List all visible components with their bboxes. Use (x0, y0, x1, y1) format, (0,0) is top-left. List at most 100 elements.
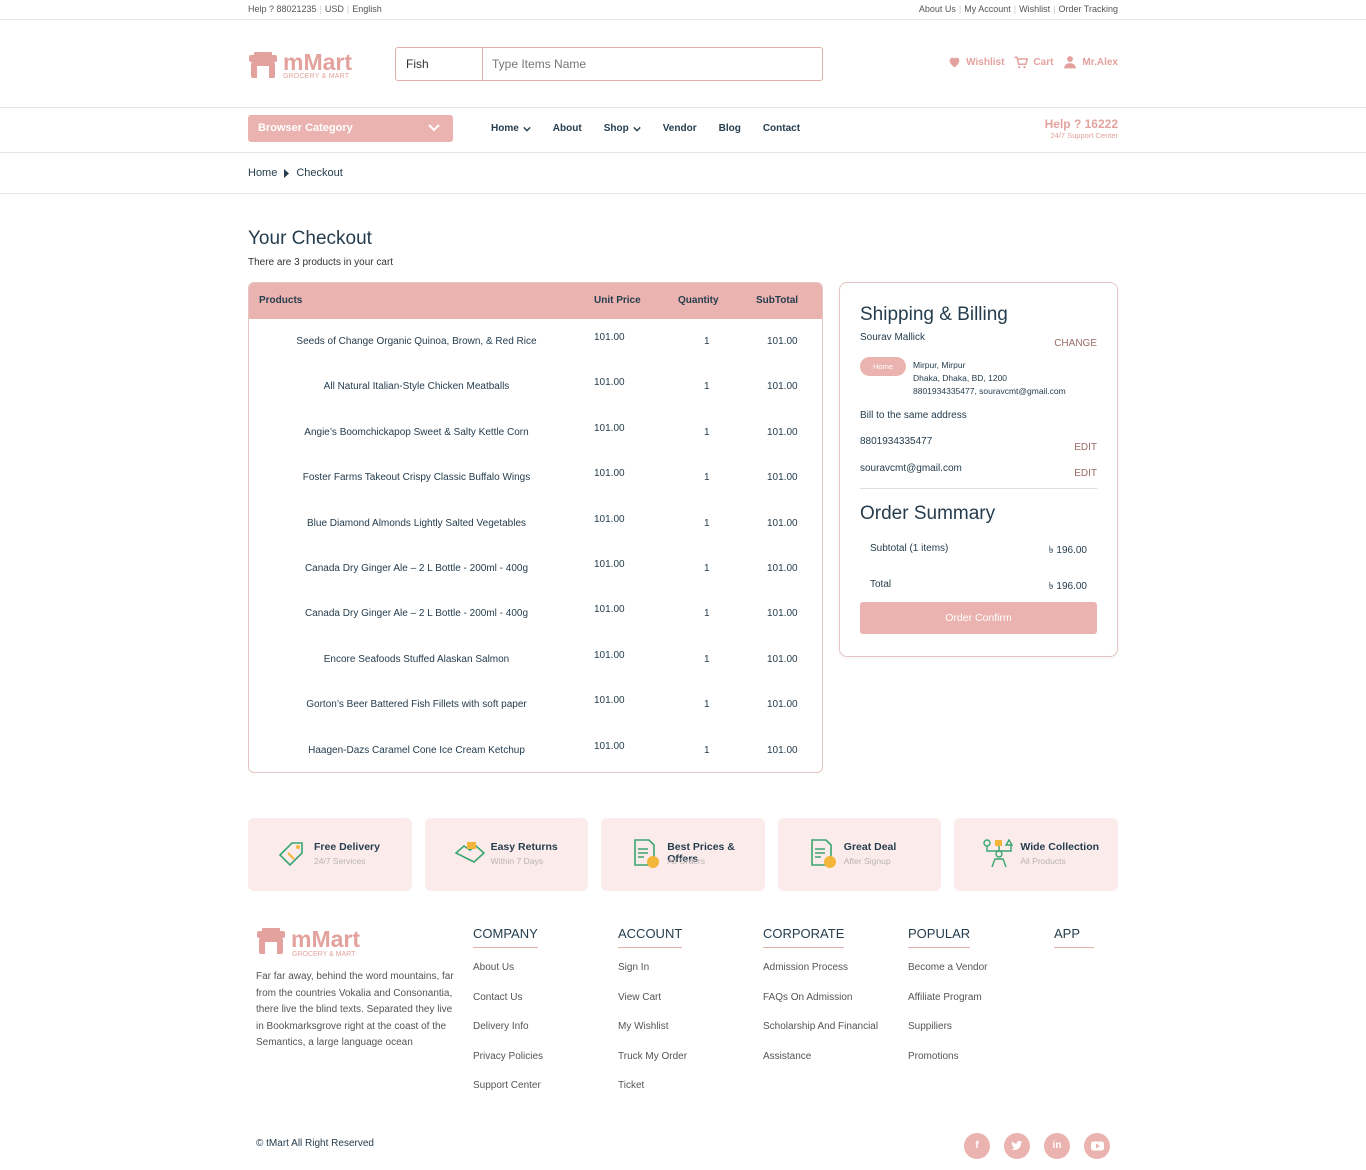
product-name[interactable]: Angie’s Boomchickapop Sweet & Salty Kett… (259, 427, 574, 438)
breadcrumb-home[interactable]: Home (248, 167, 277, 179)
edit-phone-button[interactable]: EDIT (1074, 442, 1097, 453)
footer-link[interactable]: Ticket (618, 1080, 687, 1110)
language-selector[interactable]: English (352, 4, 382, 14)
footer-link[interactable]: Contact Us (473, 992, 543, 1022)
address-tag-badge: Home (860, 357, 906, 376)
brand-name: mMart (291, 926, 361, 952)
product-name[interactable]: Blue Diamond Almonds Lightly Salted Vege… (259, 518, 574, 529)
quantity: 1 (704, 562, 710, 574)
page-title: Your Checkout (248, 228, 372, 249)
link-my-account[interactable]: My Account (964, 4, 1011, 14)
quantity: 1 (704, 381, 710, 393)
product-name[interactable]: Foster Farms Takeout Crispy Classic Buff… (259, 472, 574, 483)
cart-table-body: Seeds of Change Organic Quinoa, Brown, &… (249, 319, 822, 772)
footer-logo[interactable]: mMart GROCERY & MART (256, 926, 376, 959)
footer-link[interactable]: Scholarship And Financial (763, 1021, 878, 1051)
product-name[interactable]: Canada Dry Ginger Ale – 2 L Bottle - 200… (259, 563, 574, 574)
cart-button[interactable]: Cart (1014, 55, 1053, 69)
store-icon (249, 52, 277, 78)
link-order-tracking[interactable]: Order Tracking (1058, 4, 1118, 14)
total-value: ৳ 196.00 (1048, 581, 1087, 592)
network-people-icon (983, 838, 1014, 868)
nav-item-about[interactable]: About (553, 123, 582, 134)
link-wishlist[interactable]: Wishlist (1019, 4, 1050, 14)
logo[interactable]: mMart GROCERY & MART (248, 49, 368, 83)
unit-price: 101.00 (594, 740, 625, 752)
twitter-icon[interactable] (1004, 1133, 1030, 1159)
currency-selector[interactable]: USD (325, 4, 344, 14)
subtotal: 101.00 (767, 517, 798, 529)
address-line-1: Mirpur, Mirpur (913, 360, 966, 370)
product-name[interactable]: All Natural Italian-Style Chicken Meatba… (259, 381, 574, 392)
feature-wide-collection: Wide Collection All Products (954, 818, 1118, 891)
facebook-icon[interactable]: f (964, 1133, 990, 1159)
wishlist-button[interactable]: Wishlist (948, 55, 1004, 69)
linkedin-icon[interactable]: in (1044, 1133, 1070, 1159)
subtotal: 101.00 (767, 653, 798, 665)
col-subtotal: SubTotal (756, 295, 799, 306)
feature-title: Great Deal (843, 841, 897, 853)
product-name[interactable]: Haagen-Dazs Caramel Cone Ice Cream Ketch… (259, 745, 574, 756)
nav-item-vendor[interactable]: Vendor (663, 123, 697, 134)
browse-category-button[interactable]: Browser Category (248, 115, 453, 142)
top-bar: Help ? 88021235 | USD | English About Us | My … (0, 0, 1366, 20)
order-confirm-button[interactable]: Order Confirm (860, 602, 1097, 634)
search-input[interactable] (484, 48, 814, 80)
footer-link[interactable]: Suppiliers (908, 1021, 988, 1051)
product-name[interactable]: Seeds of Change Organic Quinoa, Brown, &… (259, 336, 574, 347)
page-subtitle: There are 3 products in your cart (248, 257, 394, 268)
unit-price: 101.00 (594, 422, 625, 434)
footer-link[interactable]: Delivery Info (473, 1021, 543, 1051)
nav-item-blog[interactable]: Blog (719, 123, 741, 134)
link-about-us[interactable]: About Us (919, 4, 956, 14)
product-name[interactable]: Gorton’s Beer Battered Fish Fillets with… (259, 699, 574, 710)
support-help: Help ? 16222 24/7 Support Center (1045, 117, 1118, 140)
subtotal: 101.00 (767, 426, 798, 438)
billing-email: souravcmt@gmail.com (860, 463, 962, 474)
footer-link[interactable]: Promotions (908, 1051, 988, 1081)
footer-link[interactable]: Privacy Policies (473, 1051, 543, 1081)
footer-link[interactable]: Support Center (473, 1080, 543, 1110)
search-category-select[interactable]: Fish (396, 48, 483, 80)
footer-link[interactable]: About Us (473, 962, 543, 992)
footer-link[interactable]: Assistance (763, 1051, 878, 1081)
shipping-title: Shipping & Billing (860, 304, 1008, 325)
feature-free-delivery: Free Delivery 24/7 Services (248, 818, 412, 891)
nav-about-label: About (552, 123, 582, 134)
shipping-name: Sourav Mallick (860, 332, 926, 343)
invoice-coin-icon (810, 839, 836, 868)
footer-link[interactable]: My Wishlist (618, 1021, 687, 1051)
footer-link[interactable]: Sign In (618, 962, 687, 992)
nav-menu: Home About Shop Vendor Blog Contact (491, 123, 822, 134)
product-name[interactable]: Encore Seafoods Stuffed Alaskan Salmon (259, 654, 574, 665)
address-line-2: Dhaka, Dhaka, BD, 1200 (913, 373, 1008, 383)
chevron-down-icon (523, 126, 531, 132)
caret-right-icon (284, 168, 290, 178)
footer-col-title: ACCOUNT (618, 926, 683, 948)
cart-label: Cart (1033, 56, 1054, 68)
quantity: 1 (704, 336, 710, 347)
nav-item-shop[interactable]: Shop (604, 123, 641, 134)
subtotal-value: ৳ 196.00 (1048, 545, 1087, 556)
header-actions: Wishlist Cart Mr.Alex (948, 55, 1118, 69)
footer-col-corporate: CORPORATE Admission Process FAQs On Admi… (763, 926, 878, 1080)
breadcrumb-current: Checkout (296, 167, 343, 179)
subtotal: 101.00 (767, 562, 798, 574)
footer-link[interactable]: Admission Process (763, 962, 878, 992)
footer-link[interactable]: Affiliate Program (908, 992, 988, 1022)
feature-strip: Free Delivery 24/7 Services Easy Returns… (248, 818, 1118, 891)
table-row: Canada Dry Ginger Ale – 2 L Bottle - 200… (249, 546, 822, 591)
nav-item-contact[interactable]: Contact (763, 123, 800, 134)
footer-link[interactable]: View Cart (618, 992, 687, 1022)
nav-item-home[interactable]: Home (491, 123, 531, 134)
footer-link[interactable]: Truck My Order (618, 1051, 687, 1081)
edit-email-button[interactable]: EDIT (1074, 468, 1097, 479)
user-account-button[interactable]: Mr.Alex (1063, 55, 1118, 69)
nav-home-label: Home (491, 123, 519, 134)
footer-link[interactable]: FAQs On Admission (763, 992, 878, 1022)
footer-link[interactable]: Become a Vendor (908, 962, 988, 992)
change-address-button[interactable]: CHANGE (1054, 338, 1097, 349)
top-bar-left: Help ? 88021235 | USD | English (248, 4, 382, 14)
youtube-icon[interactable] (1084, 1133, 1110, 1159)
product-name[interactable]: Canada Dry Ginger Ale – 2 L Bottle - 200… (259, 608, 574, 619)
